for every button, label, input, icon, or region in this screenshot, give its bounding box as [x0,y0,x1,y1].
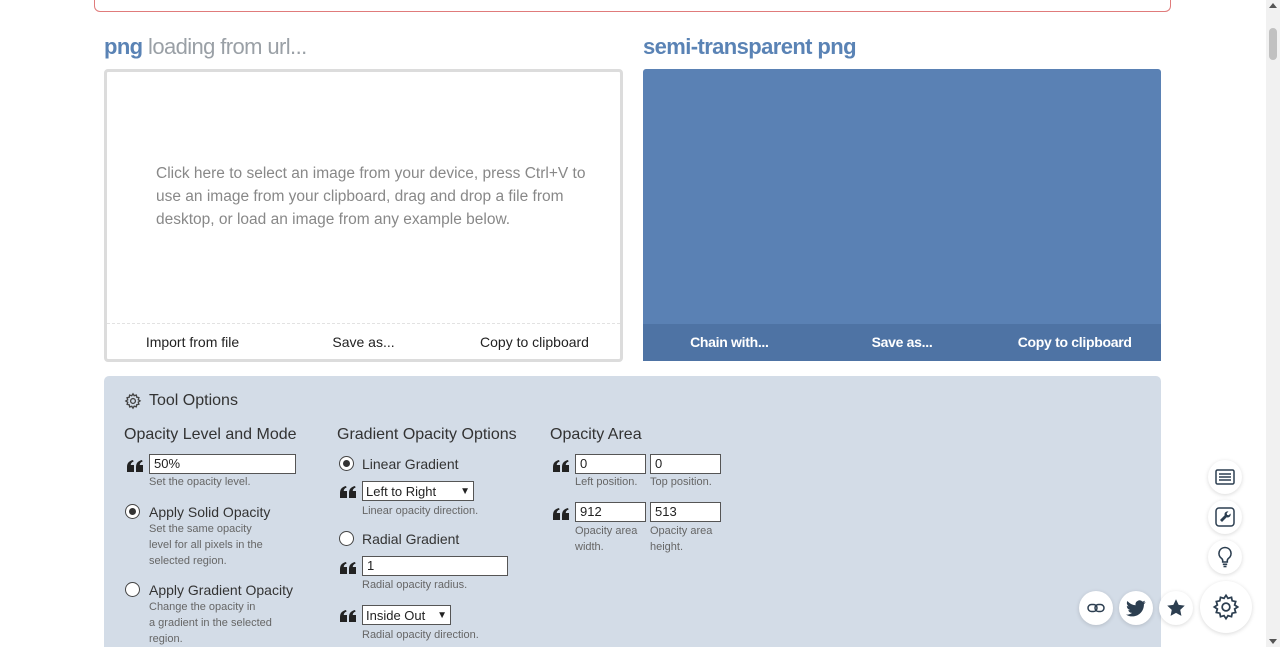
top-alert-box [94,0,1171,12]
ideas-button[interactable] [1208,540,1242,574]
page: png loading from url... semi-transparent… [0,0,1280,647]
quote-icon [340,486,356,498]
tool-options-title: Tool Options [149,392,238,409]
dropzone-placeholder: Click here to select an image from your … [156,165,586,228]
wrench-icon [1215,507,1235,527]
radial-direction-help: Radial opacity direction. [362,629,479,641]
output-panel-actions: Chain with... Save as... Copy to clipboa… [643,324,1161,361]
quote-icon [553,460,569,472]
input-copy-to-clipboard-button[interactable]: Copy to clipboard [449,324,620,359]
output-save-as-button[interactable]: Save as... [816,324,989,361]
area-width-input[interactable]: 912 [575,502,646,522]
radial-radius-help: Radial opacity radius. [362,579,468,591]
tools-button[interactable] [1208,500,1242,534]
tool-options-header: Tool Options [124,392,238,410]
gradient-opacity-radio[interactable] [125,582,140,597]
link-icon [1087,603,1105,613]
linear-gradient-radio[interactable] [339,456,354,471]
solid-opacity-help-1: Set the same opacity [149,523,252,535]
tool-options-panel: Tool Options Opacity Level and Mode 50% … [104,376,1161,647]
radial-direction-select[interactable]: Inside Out ▼ [362,605,451,625]
linear-direction-help: Linear opacity direction. [362,505,479,517]
radial-gradient-label[interactable]: Radial Gradient [362,531,459,547]
solid-opacity-help-3: selected region. [149,555,227,567]
area-width-help-1: Opacity area [575,525,638,537]
radial-gradient-radio[interactable] [339,531,354,546]
lightbulb-icon [1218,546,1232,568]
quote-icon [127,460,143,472]
solid-opacity-label[interactable]: Apply Solid Opacity [149,504,270,520]
chevron-down-icon: ▼ [460,485,470,497]
favorite-button[interactable] [1159,591,1193,625]
quote-icon [553,508,569,520]
area-height-input[interactable]: 513 [650,502,721,522]
scrollbar-thumb[interactable] [1269,28,1277,60]
top-position-input[interactable]: 0 [650,454,721,474]
settings-button[interactable] [1200,581,1252,633]
opacity-level-help: Set the opacity level. [149,476,251,488]
linear-direction-value: Left to Right [366,483,437,499]
chain-with-button[interactable]: Chain with... [643,324,816,361]
gradient-opacity-help-2: a gradient in the selected [149,617,272,629]
left-position-input[interactable]: 0 [575,454,646,474]
gradient-opacity-label[interactable]: Apply Gradient Opacity [149,582,293,598]
scroll-down-arrow-icon[interactable] [1269,639,1277,644]
twitter-share-button[interactable] [1119,591,1153,625]
output-copy-to-clipboard-button[interactable]: Copy to clipboard [988,324,1161,361]
output-panel-title: semi-transparent png [643,34,857,59]
chevron-down-icon: ▼ [437,609,447,621]
radial-direction-value: Inside Out [366,607,426,623]
area-height-help-2: height. [650,541,684,553]
quote-icon [340,610,356,622]
gradient-options-title: Gradient Opacity Options [337,426,517,443]
gear-icon [1212,593,1240,621]
area-width-help-2: width. [575,541,604,553]
scroll-up-arrow-icon[interactable] [1269,3,1277,8]
solid-opacity-radio[interactable] [125,504,140,519]
input-image-dropzone[interactable]: Click here to select an image from your … [104,69,623,362]
input-title-rest: loading from url... [148,34,307,59]
input-panel-title: png loading from url... [104,34,307,60]
toc-button[interactable] [1208,460,1242,494]
input-format-label[interactable]: png [104,34,143,59]
linear-gradient-label[interactable]: Linear Gradient [362,456,459,472]
input-panel-actions: Import from file Save as... Copy to clip… [107,323,620,359]
radial-radius-input[interactable]: 1 [362,556,508,576]
quote-icon [340,562,356,574]
solid-opacity-help-2: level for all pixels in the [149,539,263,551]
gradient-opacity-help-3: region. [149,633,183,645]
opacity-level-input[interactable]: 50% [149,454,296,474]
gradient-opacity-help-1: Change the opacity in [149,601,256,613]
linear-direction-select[interactable]: Left to Right ▼ [362,481,474,501]
copy-link-button[interactable] [1079,591,1113,625]
left-position-help: Left position. [575,476,638,488]
star-icon [1167,599,1185,616]
opacity-area-title: Opacity Area [550,426,642,443]
import-from-file-button[interactable]: Import from file [107,324,278,359]
opacity-level-title: Opacity Level and Mode [124,426,297,443]
top-position-help: Top position. [650,476,712,488]
list-icon [1215,469,1235,485]
input-save-as-button[interactable]: Save as... [278,324,449,359]
area-height-help-1: Opacity area [650,525,713,537]
twitter-icon [1126,599,1146,616]
cog-icon [124,392,142,410]
page-scrollbar[interactable] [1266,0,1280,647]
output-image-preview: Chain with... Save as... Copy to clipboa… [643,69,1161,361]
